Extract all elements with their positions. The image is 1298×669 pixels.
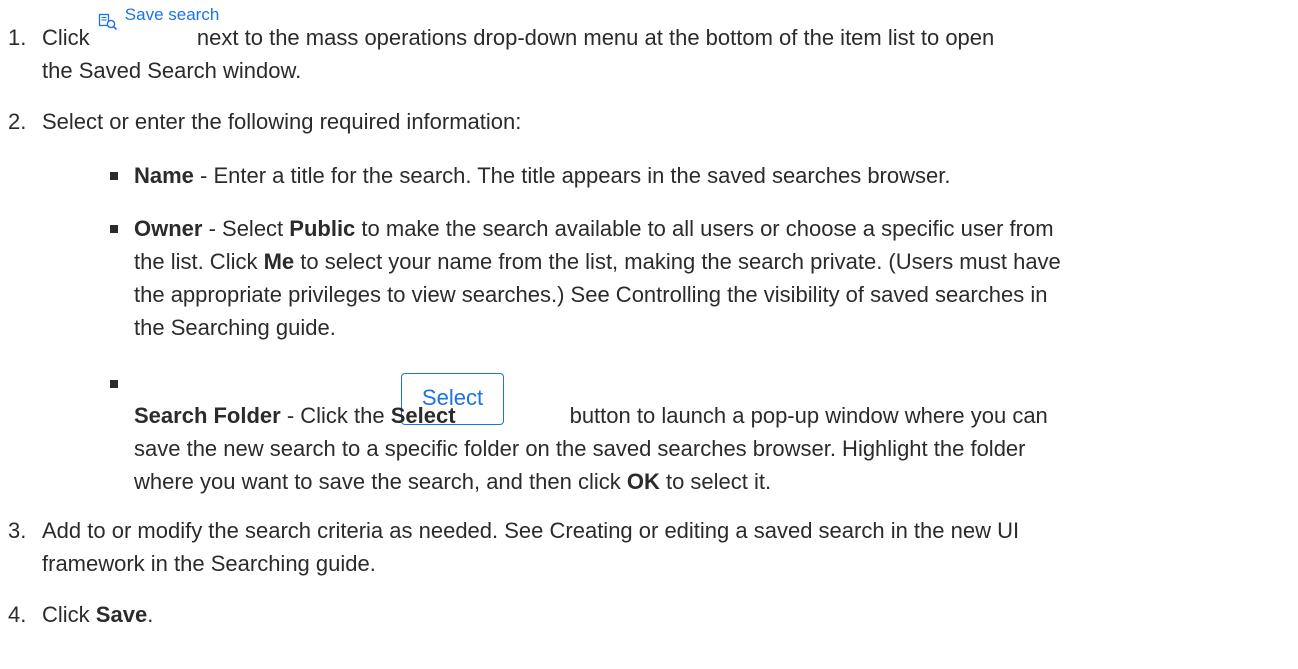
bold-me: Me — [263, 249, 295, 274]
step-text: the Saved Search window. — [42, 58, 302, 83]
bullet-text: the Searching guide. — [134, 315, 336, 340]
bullet-text: the list. Click — [134, 249, 264, 274]
step-text: Click — [42, 25, 90, 50]
step-text: Add to or modify the search criteria as … — [42, 518, 1020, 543]
save-search-button[interactable]: Save search — [96, 5, 219, 45]
bullet-text: the appropriate privileges to view searc… — [134, 282, 1048, 307]
help-document: 1. Click Save search next to the mass op… — [0, 0, 1298, 669]
save-search-icon — [98, 13, 117, 31]
bold-public: Public — [289, 216, 356, 241]
step-text: next to the mass operations drop-down me… — [196, 25, 995, 50]
step-number: 1. — [8, 25, 27, 50]
bold-select: Select — [390, 403, 456, 428]
bullet-term: Name — [134, 163, 194, 188]
step-number: 4. — [8, 602, 27, 627]
bullet-search-folder: Search Folder - Click the Select button t… — [0, 399, 1290, 498]
bullet-text: to select it. — [659, 469, 772, 494]
bold-ok: OK — [626, 469, 660, 494]
bullet-text: - Click the — [280, 403, 391, 428]
bullet-text: save the new search to a specific folder… — [134, 436, 1026, 461]
step-2: 2. Select or enter the following require… — [0, 105, 1290, 138]
step-number: 2. — [8, 109, 27, 134]
bullet-square — [110, 225, 118, 233]
bullet-term: Owner — [134, 216, 203, 241]
step-4: 4. Click Save. — [0, 598, 1290, 631]
bullet-name: Name - Enter a title for the search. The… — [0, 159, 1290, 192]
step-text: Click — [42, 602, 90, 627]
bullet-text: - Enter a title for the search. The titl… — [193, 163, 951, 188]
step-1: 1. Click Save search next to the mass op… — [0, 5, 1290, 87]
step-text: . — [147, 602, 154, 627]
bullet-text: where you want to save the search, and t… — [134, 469, 627, 494]
save-search-label: Save search — [124, 5, 220, 24]
step-number: 3. — [8, 518, 27, 543]
step-text: Select or enter the following required i… — [42, 109, 522, 134]
bullet-square — [110, 172, 118, 180]
step-text: framework in the Searching guide. — [42, 551, 376, 576]
bullet-square — [110, 380, 118, 388]
bold-save: Save — [95, 602, 148, 627]
bullet-text: to select your name from the list, makin… — [294, 249, 1061, 274]
bullet-text: - Select — [202, 216, 290, 241]
bullet-owner: Owner - Select Public to make the search… — [0, 212, 1290, 344]
bullet-text: button to launch a pop-up window where y… — [569, 403, 1048, 428]
bullet-text: to make the search available to all user… — [355, 216, 1054, 241]
bullet-term: Search Folder — [134, 403, 281, 428]
step-3: 3. Add to or modify the search criteria … — [0, 514, 1290, 580]
